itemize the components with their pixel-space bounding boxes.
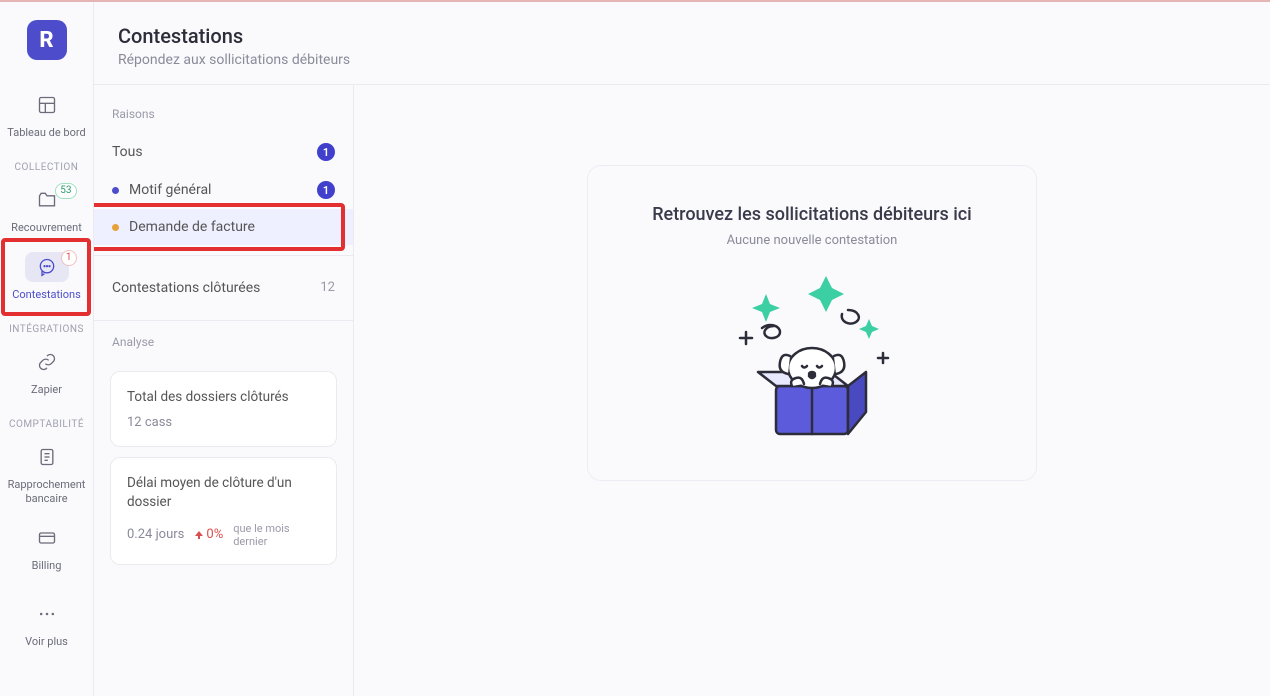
reasons-panel: Raisons Tous 1 Motif général 1 [94, 85, 354, 696]
dashboard-icon [37, 95, 57, 115]
sidebar-section-comptabilite: COMPTABILITÉ [9, 419, 84, 430]
chat-icon [37, 257, 57, 277]
sidebar-item-contestations[interactable]: 1 Contestations [0, 244, 93, 310]
page-subtitle: Répondez aux sollicitations débiteurs [118, 52, 1246, 68]
main-sidebar: R Tableau de bord COLLECTION 53 Recouvre… [0, 2, 94, 696]
reason-dot [112, 224, 119, 231]
closed-label: Contestations clôturées [112, 280, 260, 296]
analysis-label: Analyse [94, 331, 353, 361]
delta-sub: que le mois dernier [233, 522, 313, 548]
reason-name: Motif général [129, 182, 211, 198]
reason-invoice-request[interactable]: Demande de facture [94, 209, 353, 245]
receipt-icon [37, 447, 57, 467]
sidebar-item-label: Tableau de bord [7, 126, 85, 140]
analysis-avg-delay: Délai moyen de clôture d'un dossier 0.24… [110, 457, 337, 565]
sidebar-item-label: Zapier [31, 383, 62, 397]
page-title: Contestations [118, 24, 1246, 48]
card-value: 0.24 jours [127, 527, 184, 542]
badge-recouvrement: 53 [55, 183, 76, 199]
reason-general[interactable]: Motif général 1 [94, 171, 353, 209]
card-value: 12 cass [127, 415, 320, 430]
empty-subtitle: Aucune nouvelle contestation [727, 233, 898, 248]
reason-all-label: Tous [112, 144, 143, 160]
page-header: Contestations Répondez aux sollicitation… [94, 2, 1270, 85]
closed-disputes-row[interactable]: Contestations clôturées 12 [94, 266, 353, 310]
folder-icon [37, 190, 57, 210]
sidebar-item-more[interactable]: Voir plus [0, 591, 93, 657]
reason-all-count: 1 [317, 143, 335, 161]
delta-indicator: 0% [194, 527, 223, 542]
sidebar-section-integrations: INTÉGRATIONS [9, 324, 84, 335]
reasons-panel-label: Raisons [94, 103, 353, 133]
sidebar-item-recouvrement[interactable]: 53 Recouvrement [0, 177, 93, 243]
reason-dot [112, 187, 119, 194]
empty-title: Retrouvez les sollicitations débiteurs i… [652, 204, 972, 225]
card-icon [37, 528, 57, 548]
badge-contestations: 1 [61, 250, 77, 266]
sidebar-item-dashboard[interactable]: Tableau de bord [0, 82, 93, 148]
empty-state-area: Retrouvez les sollicitations débiteurs i… [354, 85, 1270, 696]
reason-all[interactable]: Tous 1 [94, 133, 353, 171]
sidebar-item-label: Voir plus [25, 635, 68, 649]
link-icon [37, 352, 57, 372]
main-area: Contestations Répondez aux sollicitation… [94, 2, 1270, 696]
closed-count: 12 [320, 280, 335, 296]
reason-count: 1 [317, 181, 335, 199]
empty-illustration [732, 276, 892, 446]
empty-state-card: Retrouvez les sollicitations débiteurs i… [587, 165, 1037, 481]
delta-value: 0% [206, 527, 223, 542]
app-logo[interactable]: R [27, 20, 67, 60]
sidebar-item-rapprochement[interactable]: Rapprochement bancaire [0, 434, 93, 515]
arrow-up-icon [194, 530, 204, 540]
sidebar-item-label: Rapprochement bancaire [8, 478, 86, 507]
panel-divider [94, 255, 353, 256]
sidebar-item-label: Contestations [12, 288, 81, 302]
card-title: Total des dossiers clôturés [127, 388, 320, 407]
analysis-total-closed: Total des dossiers clôturés 12 cass [110, 371, 337, 447]
sidebar-item-zapier[interactable]: Zapier [0, 339, 93, 405]
dots-icon [37, 611, 57, 617]
sidebar-section-collection: COLLECTION [15, 162, 79, 173]
reason-name: Demande de facture [129, 219, 255, 235]
sidebar-item-label: Billing [32, 559, 62, 573]
card-title: Délai moyen de clôture d'un dossier [127, 474, 320, 512]
panel-divider [94, 320, 353, 321]
sidebar-item-label: Recouvrement [11, 221, 82, 235]
sidebar-item-billing[interactable]: Billing [0, 515, 93, 581]
